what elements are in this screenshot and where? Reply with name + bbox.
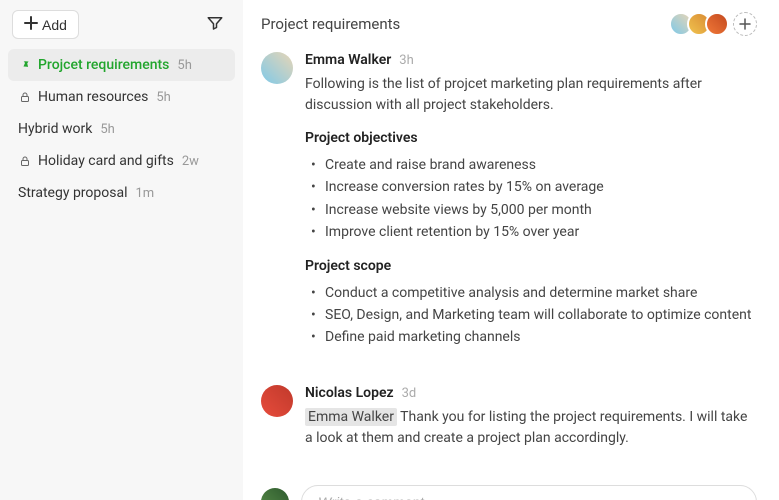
add-button[interactable]: Add <box>12 10 79 39</box>
add-member-button[interactable] <box>733 12 757 36</box>
sidebar-item-time: 2w <box>182 154 199 169</box>
post-time: 3h <box>399 53 413 68</box>
post-author: Nicolas Lopez <box>305 385 394 401</box>
add-button-label: Add <box>42 17 67 33</box>
sidebar-item-label: Hybrid work <box>18 121 92 137</box>
list-item: Increase website views by 5,000 per mont… <box>311 199 757 221</box>
main-header: Project requirements <box>261 12 757 36</box>
plus-icon <box>24 16 38 33</box>
main-content: Project requirements Emma Walker 3h Follow… <box>243 0 779 500</box>
post-1: Nicolas Lopez 3d Emma Walker Thank you for… <box>261 385 757 463</box>
post-0: Emma Walker 3h Following is the list of pr… <box>261 52 757 363</box>
plus-icon <box>739 18 751 30</box>
sidebar-item-time: 5h <box>100 122 114 137</box>
list-item: SEO, Design, and Marketing team will col… <box>311 304 757 326</box>
sidebar-item-label: Human resources <box>38 89 148 105</box>
sidebar-item-label: Projcet requirements <box>38 57 169 73</box>
post-text: Emma Walker Thank you for listing the pr… <box>305 407 757 449</box>
sidebar-toolbar: Add <box>8 10 235 49</box>
comment-composer <box>261 485 757 500</box>
sidebar-item-time: 1m <box>135 186 154 201</box>
post-time: 3d <box>402 386 417 401</box>
sidebar-list: Projcet requirements5hHuman resources5hH… <box>8 49 235 209</box>
sidebar-item-4[interactable]: Strategy proposal 1m <box>8 177 235 209</box>
section-title: Project scope <box>305 258 757 274</box>
avatar <box>261 385 293 417</box>
members-list <box>669 12 757 36</box>
list-item: Create and raise brand awareness <box>311 154 757 176</box>
sidebar-item-label: Strategy proposal <box>18 185 127 201</box>
posts-container: Emma Walker 3h Following is the list of pr… <box>261 52 757 463</box>
sidebar-item-time: 5h <box>156 90 170 105</box>
list-item: Improve client retention by 15% over yea… <box>311 221 757 243</box>
post-text: Following is the list of projcet marketi… <box>305 74 757 116</box>
post-author: Emma Walker <box>305 52 391 68</box>
list-item: Define paid marketing channels <box>311 326 757 348</box>
sidebar-item-3[interactable]: Holiday card and gifts 2w <box>8 145 235 177</box>
sidebar-item-1[interactable]: Human resources 5h <box>8 81 235 113</box>
lock-icon <box>18 154 32 168</box>
mention[interactable]: Emma Walker <box>305 408 397 426</box>
lock-icon <box>18 90 32 104</box>
list-item: Conduct a competitive analysis and deter… <box>311 282 757 304</box>
post-header: Emma Walker 3h <box>305 52 757 68</box>
sidebar-item-time: 5h <box>177 58 191 73</box>
sidebar-item-2[interactable]: Hybrid work 5h <box>8 113 235 145</box>
sidebar-item-label: Holiday card and gifts <box>38 153 174 169</box>
comment-input[interactable] <box>301 485 757 500</box>
pin-icon <box>18 58 32 72</box>
section-list: Create and raise brand awarenessIncrease… <box>305 154 757 244</box>
sidebar-item-0[interactable]: Projcet requirements 5h <box>8 49 235 81</box>
avatar <box>261 52 293 84</box>
list-item: Increase conversion rates by 15% on aver… <box>311 176 757 198</box>
post-header: Nicolas Lopez 3d <box>305 385 757 401</box>
section-title: Project objectives <box>305 130 757 146</box>
filter-icon <box>206 14 224 36</box>
avatar[interactable] <box>705 12 729 36</box>
avatar <box>261 488 289 500</box>
sidebar: Add Projcet requirements5hHuman resource… <box>0 0 243 500</box>
section-list: Conduct a competitive analysis and deter… <box>305 282 757 349</box>
page-title: Project requirements <box>261 15 400 33</box>
filter-button[interactable] <box>201 11 229 39</box>
